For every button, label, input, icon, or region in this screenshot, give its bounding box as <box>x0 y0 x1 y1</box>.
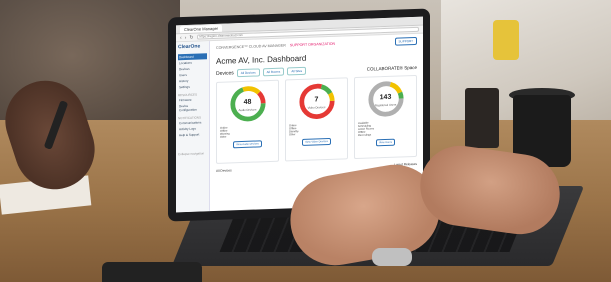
browser-tab[interactable]: ClearOne Manager <box>180 24 223 33</box>
users-legend: Available Scheduling Active Rooms Offlin… <box>358 120 413 137</box>
users-count: 143 <box>379 93 392 102</box>
view-users-button[interactable]: View Users <box>375 138 396 147</box>
support-link[interactable]: SUPPORT ORGANIZATION <box>290 42 335 48</box>
forward-icon[interactable]: › <box>185 34 187 40</box>
coffee-cup <box>465 88 499 148</box>
sidebar-item-device-config[interactable]: Device Configuration <box>178 102 207 113</box>
view-video-button[interactable]: View Video Devices <box>302 137 331 146</box>
users-label: Registered Users <box>374 102 397 108</box>
view-audio-button[interactable]: View Audio Devices <box>233 140 262 149</box>
audio-devices-card[interactable]: 48 Audio Devices Online Offline Warning … <box>216 79 279 164</box>
bottom-left-label: All Devices <box>216 168 232 173</box>
reload-icon[interactable]: ↻ <box>189 34 193 40</box>
audio-legend: Online Offline Warning Other <box>220 125 275 139</box>
video-legend: Online Offline Standby Other <box>289 122 344 136</box>
legend-item: Recordings <box>358 133 372 137</box>
video-label: Video Devices <box>307 105 326 110</box>
sidebar: ClearOne Dashboard Locations Devices Use… <box>176 41 210 213</box>
bracelet <box>372 248 412 266</box>
video-devices-card[interactable]: 7 Video Devices Online Offline Standby O… <box>285 77 348 162</box>
sidebar-item-help[interactable]: Help & Support <box>178 131 207 138</box>
collaborate-label: COLLABORATE® Space <box>366 64 417 72</box>
users-card[interactable]: 143 Registered Users Available Schedulin… <box>354 74 417 160</box>
back-icon[interactable]: ‹ <box>180 35 182 41</box>
product-name: CONVERGENCE™ CLOUD AV MANAGER <box>216 43 286 50</box>
collapse-navigation[interactable]: Collapse navigation <box>178 151 207 156</box>
filter-all-rooms[interactable]: All Rooms <box>262 67 285 77</box>
yellow-cup <box>493 20 519 60</box>
stat-cards: 48 Audio Devices Online Offline Warning … <box>216 74 417 164</box>
video-count: 7 <box>314 96 319 104</box>
devices-label: Devices <box>216 70 234 77</box>
audio-label: Audio Devices <box>238 107 257 113</box>
smartphone <box>102 262 202 282</box>
sidebar-item-settings[interactable]: Settings <box>178 83 207 90</box>
filter-all-devices[interactable]: All Devices <box>236 68 260 78</box>
photo-scene: ClearOne Manager ‹ › ↻ https://region.cl… <box>0 0 611 282</box>
support-button[interactable]: SUPPORT <box>394 36 417 46</box>
audio-count: 48 <box>243 98 252 106</box>
clearone-logo: ClearOne <box>178 43 201 51</box>
top-header: CONVERGENCE™ CLOUD AV MANAGER SUPPORT OR… <box>216 36 417 52</box>
filter-all-sites[interactable]: All Sites <box>287 66 307 76</box>
